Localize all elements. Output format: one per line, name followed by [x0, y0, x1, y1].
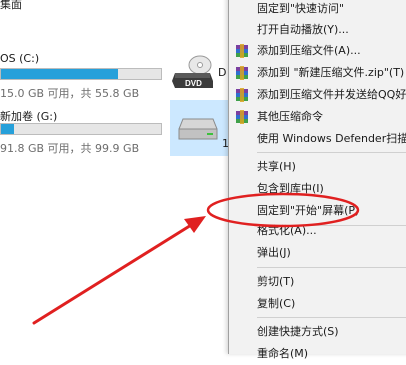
menu-item-label: 添加到压缩文件并发送给QQ好友 — [257, 88, 406, 101]
drive-g-usage-bar — [0, 123, 162, 135]
menu-item-add-to-archive[interactable]: 添加到压缩文件(A)... — [229, 40, 406, 62]
menu-item-label: 弹出(J) — [257, 246, 291, 259]
menu-item-other-compress[interactable]: 其他压缩命令 — [229, 106, 406, 128]
dvd-label: DVD — [185, 79, 202, 88]
annotation-arrow-shaft — [32, 220, 198, 325]
menu-item-label: 创建快捷方式(S) — [257, 325, 339, 338]
winrar-icon — [236, 110, 248, 124]
menu-item-label: 添加到 "新建压缩文件.zip"(T) — [257, 66, 405, 79]
menu-item-autoplay[interactable]: 打开自动播放(Y)... — [229, 19, 406, 41]
menu-item-cut[interactable]: 剪切(T) — [229, 271, 406, 293]
menu-separator — [257, 267, 406, 268]
dvd-drive-icon[interactable]: DVD — [172, 55, 216, 91]
drive-g-name[interactable]: 新加卷 (G:) — [0, 108, 57, 124]
menu-item-label: 添加到压缩文件(A)... — [257, 44, 361, 57]
menu-item-pin-quick-access[interactable]: 固定到"快速访问" — [229, 0, 406, 20]
menu-item-include-library[interactable]: 包含到库中(I) — [229, 178, 406, 200]
menu-item-label: 格式化(A)... — [257, 224, 317, 237]
menu-item-eject[interactable]: 弹出(J) — [229, 242, 406, 264]
menu-item-add-to-zip[interactable]: 添加到 "新建压缩文件.zip"(T) — [229, 62, 406, 84]
menu-separator — [257, 317, 406, 318]
partial-folder-label: 集面 — [0, 0, 22, 11]
winrar-icon — [236, 44, 248, 58]
drive-c-space: 15.0 GB 可用，共 55.8 GB — [0, 87, 140, 100]
menu-item-copy[interactable]: 复制(C) — [229, 293, 406, 315]
menu-item-share[interactable]: 共享(H) — [229, 156, 406, 178]
menu-item-label: 共享(H) — [257, 160, 296, 173]
menu-item-label: 剪切(T) — [257, 275, 295, 288]
drive-c-usage-fill — [1, 69, 118, 79]
menu-item-rename[interactable]: 重命名(M) — [229, 343, 406, 365]
menu-item-label: 固定到"开始"屏幕(P) — [257, 204, 360, 217]
menu-item-defender-scan[interactable]: 使用 Windows Defender扫描... — [229, 128, 406, 150]
drive-g-usage-fill — [1, 124, 14, 134]
menu-item-label: 包含到库中(I) — [257, 182, 324, 195]
menu-item-pin-start[interactable]: 固定到"开始"屏幕(P) — [229, 200, 406, 222]
winrar-icon — [236, 66, 248, 80]
menu-item-label: 复制(C) — [257, 297, 296, 310]
winrar-icon — [236, 88, 248, 102]
menu-separator — [257, 152, 406, 153]
menu-item-archive-send-qq[interactable]: 添加到压缩文件并发送给QQ好友 — [229, 84, 406, 106]
menu-item-label: 其他压缩命令 — [257, 110, 323, 123]
drive-c-name[interactable]: OS (C:) — [0, 52, 39, 65]
drive-g-space: 91.8 GB 可用，共 99.9 GB — [0, 142, 140, 155]
menu-item-create-shortcut[interactable]: 创建快捷方式(S) — [229, 321, 406, 343]
annotation-arrowhead — [184, 216, 206, 233]
menu-item-label: 打开自动播放(Y)... — [257, 23, 349, 36]
menu-item-label: 固定到"快速访问" — [257, 2, 345, 15]
menu-item-label: 使用 Windows Defender扫描... — [257, 132, 406, 145]
menu-item-format[interactable]: 格式化(A)... — [229, 220, 406, 242]
dvd-drive-letter: D — [218, 66, 227, 79]
drive-c-usage-bar — [0, 68, 162, 80]
context-menu: 固定到"快速访问" 打开自动播放(Y)... 添加到压缩文件(A)... 添加到… — [228, 0, 406, 360]
hard-drive-icon[interactable] — [177, 117, 219, 143]
menu-item-label: 重命名(M) — [257, 347, 309, 360]
